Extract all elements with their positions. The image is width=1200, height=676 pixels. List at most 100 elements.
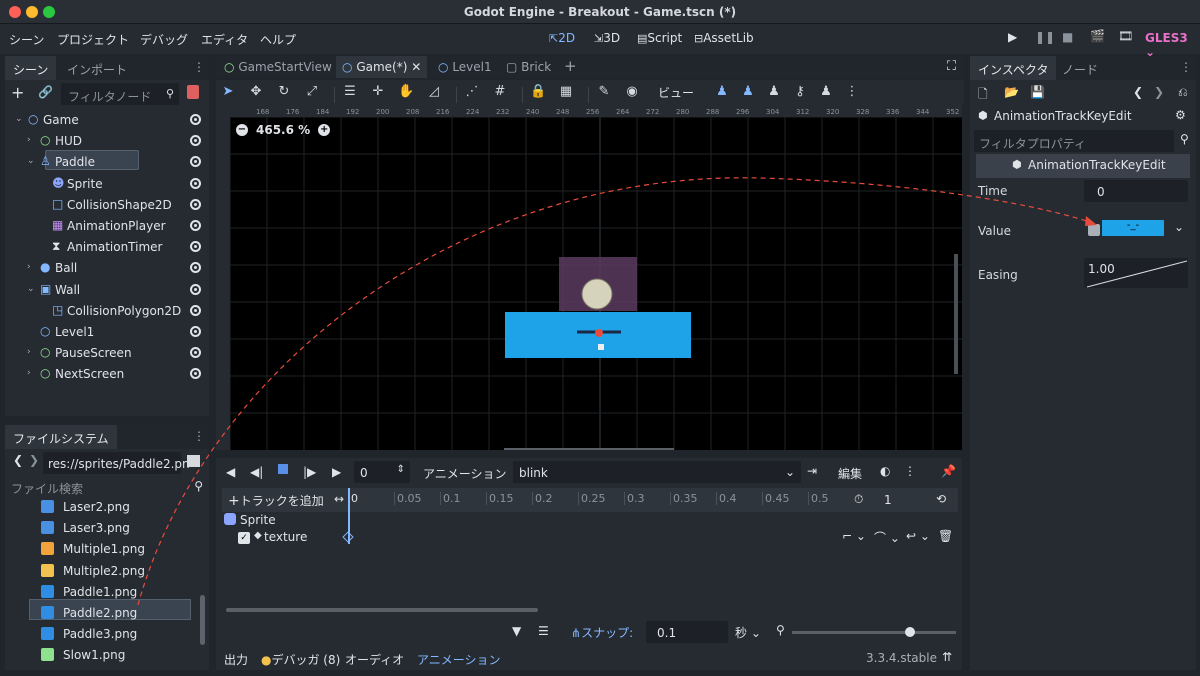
update-mode-icon[interactable]: ⌐ ⌄ [842, 529, 866, 543]
view-menu[interactable]: ビュー [658, 84, 694, 101]
add-tab-icon[interactable]: + [564, 57, 577, 75]
zoom-level[interactable]: 465.6 % [256, 123, 310, 137]
visibility-eye-icon[interactable] [190, 368, 201, 380]
loop-icon[interactable]: ⟲ [936, 492, 946, 506]
file-item[interactable]: Multiple2.png [35, 561, 195, 582]
split-view-icon[interactable] [187, 455, 200, 467]
workspace-script-button[interactable]: ▤Script [637, 31, 682, 45]
easing-curve-editor[interactable]: 1.00 [1084, 258, 1188, 288]
chevron-down-icon[interactable]: ⌄ [1174, 220, 1184, 234]
animation-tab[interactable]: アニメーション [417, 651, 501, 668]
track-enabled-checkbox[interactable]: ✓ [238, 532, 250, 544]
scene-node-game[interactable]: ⌄ ○ Game [11, 110, 207, 131]
node-filter-input[interactable]: フィルタノード ⚲ [61, 83, 179, 105]
tab-import[interactable]: インポート [59, 56, 135, 80]
section-header[interactable]: ⬢ AnimationTrackKeyEdit [976, 154, 1190, 178]
camera-icon[interactable]: ◉ [624, 84, 640, 100]
tab-gamestartview[interactable]: ○ GameStartView [224, 60, 332, 74]
forward-icon[interactable]: ❯ [29, 453, 39, 467]
tab-level1[interactable]: ○ Level1 [438, 60, 492, 74]
audio-tab[interactable]: オーディオ [345, 651, 404, 668]
more-options-icon[interactable]: ⋮ [904, 464, 916, 478]
file-item[interactable]: Paddle2.png [35, 603, 195, 624]
workspace-assetlib-button[interactable]: ⊟AssetLib [694, 31, 754, 45]
visibility-eye-icon[interactable] [190, 114, 201, 125]
collapse-arrow-icon[interactable]: ⌄ [27, 156, 35, 166]
key-icon[interactable]: ⚷ [792, 84, 808, 100]
animation-menu[interactable]: アニメーション [423, 465, 507, 482]
move-icon[interactable]: ✥ [248, 84, 264, 100]
scene-node-animationtimer[interactable]: ⧗ AnimationTimer [11, 237, 207, 258]
scale-icon[interactable]: ⤢ [304, 84, 320, 100]
file-search-input[interactable]: ファイル検索 [11, 480, 83, 497]
edit-menu[interactable]: 編集 [838, 465, 862, 482]
output-tab[interactable]: 出力 [224, 651, 248, 668]
scene-node-pausescreen[interactable]: › ○ PauseScreen [11, 343, 207, 364]
tab-scene[interactable]: シーン [5, 56, 57, 80]
collapse-arrow-icon[interactable]: ⌄ [15, 114, 23, 124]
animation-length[interactable]: 1 [884, 493, 892, 507]
stop-icon[interactable] [278, 464, 288, 474]
link-icon[interactable]: 🔗 [38, 85, 53, 99]
play-icon[interactable]: ▶ [1008, 30, 1017, 44]
expand-panel-icon[interactable]: ⇈ [942, 650, 952, 664]
v-scrollbar[interactable] [954, 254, 958, 374]
play-from-start-icon[interactable]: |▶ [303, 465, 316, 479]
new-resource-icon[interactable]: 🗋 [978, 85, 988, 106]
path-input[interactable]: res://sprites/Paddle2.pn [43, 452, 190, 474]
snap-toggle[interactable]: ⋔スナップ: [571, 624, 633, 641]
history-forward-icon[interactable]: ❯ [1154, 85, 1164, 99]
ruler-icon[interactable]: ◿ [426, 84, 442, 100]
close-tab-icon[interactable]: ✕ [411, 60, 421, 74]
scene-node-collisionpolygon2d[interactable]: ◳ CollisionPolygon2D [11, 301, 207, 322]
play-icon[interactable]: ▶ [332, 465, 341, 479]
file-item[interactable]: Laser3.png [35, 518, 195, 539]
skeleton-icon[interactable]: ✎ [596, 84, 612, 100]
scene-node-level1[interactable]: ○ Level1 [11, 322, 207, 343]
workspace-3d-button[interactable]: ⇲3D [594, 31, 620, 45]
smart-snap-icon[interactable]: ⋰ [464, 84, 480, 100]
history-icon[interactable]: ⎌ [1178, 85, 1188, 100]
expand-arrow-icon[interactable]: › [27, 368, 31, 378]
tab-brick[interactable]: ▢ Brick [506, 60, 551, 74]
scene-node-collisionshape2d[interactable]: □ CollisionShape2D [11, 195, 207, 216]
menu-project[interactable]: プロジェクト [57, 31, 129, 48]
loop-wrap-icon[interactable]: ↩ ⌄ [906, 529, 930, 543]
zoom-out-icon[interactable]: − [236, 124, 248, 136]
autoplay-icon[interactable]: ⇥ [807, 464, 817, 478]
visibility-eye-icon[interactable] [190, 347, 201, 359]
play-custom-scene-icon[interactable]: 🎞 [1118, 29, 1133, 43]
select-icon[interactable]: ➤ [220, 84, 236, 100]
save-resource-icon[interactable]: 💾 [1030, 85, 1045, 99]
file-item[interactable]: Laser2.png [35, 497, 195, 518]
time-input[interactable]: 0 [1084, 180, 1188, 202]
menu-scene[interactable]: シーン [9, 31, 44, 48]
add-key-icon[interactable]: ♟ [818, 84, 834, 100]
tab-game[interactable]: ○ Game(*) ✕ [336, 56, 428, 78]
object-properties-icon[interactable]: ⚙ [1175, 108, 1186, 122]
menu-help[interactable]: ヘルプ [260, 31, 296, 48]
play-backwards-icon[interactable]: ◀ [226, 465, 235, 479]
menu-editor[interactable]: エディタ [201, 31, 248, 48]
back-icon[interactable]: ❮ [13, 453, 23, 467]
dock-menu-icon[interactable]: ⋮ [1180, 60, 1192, 74]
rotate-icon[interactable]: ↻ [276, 84, 292, 100]
zoom-fit-icon[interactable]: ↔ [334, 492, 344, 506]
lock-icon[interactable]: 🔒 [530, 84, 546, 100]
scene-node-ball[interactable]: › ● Ball [11, 258, 207, 279]
rot-key-icon[interactable]: ♟ [740, 84, 756, 100]
onion-skin-icon[interactable]: ◐ [880, 464, 890, 478]
property-filter-input[interactable]: フィルタプロパティ [974, 130, 1174, 152]
visibility-eye-icon[interactable] [190, 241, 201, 253]
animation-select[interactable]: blink ⌄ [513, 461, 801, 483]
visibility-eye-icon[interactable] [190, 262, 201, 274]
expand-arrow-icon[interactable]: › [27, 262, 31, 272]
zoom-in-icon[interactable]: + [318, 124, 331, 136]
grid-snap-icon[interactable]: # [492, 84, 508, 100]
keyframe-icon[interactable] [342, 531, 354, 543]
visibility-eye-icon[interactable] [190, 283, 201, 295]
scene-node-sprite[interactable]: ☻ Sprite [11, 174, 207, 195]
script-attach-icon[interactable] [187, 85, 199, 99]
texture-preview[interactable]: -_- [1102, 220, 1164, 236]
h-scrollbar[interactable] [504, 448, 674, 450]
